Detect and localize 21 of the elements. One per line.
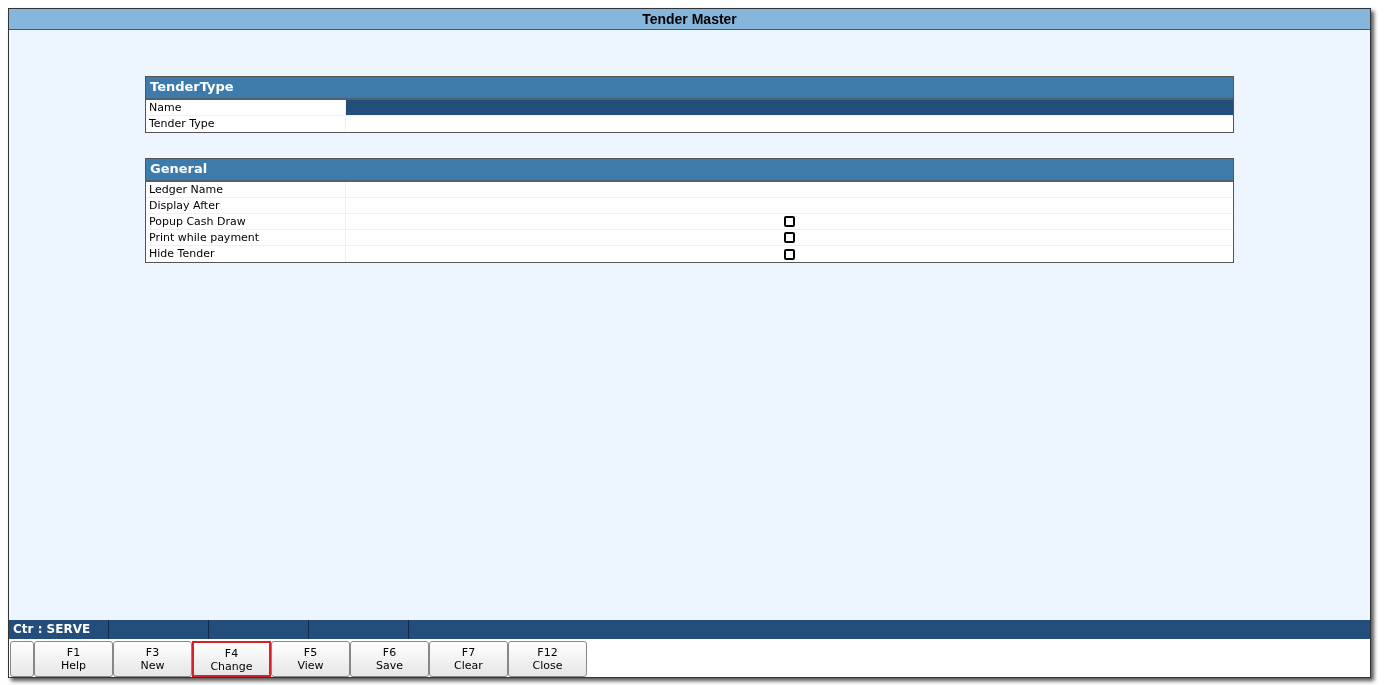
- function-key-button[interactable]: F4 Change: [192, 641, 271, 677]
- field-label: Print while payment: [146, 230, 346, 245]
- input-field[interactable]: [346, 100, 1233, 115]
- field-label: Hide Tender: [146, 246, 346, 262]
- section-header: General: [146, 159, 1233, 182]
- field-label: Tender Type: [146, 116, 346, 132]
- window-title: Tender Master: [9, 9, 1370, 30]
- field-label: Ledger Name: [146, 182, 346, 197]
- section-header: TenderType: [146, 77, 1233, 100]
- checkbox[interactable]: [784, 232, 795, 243]
- field-label: Display After: [146, 198, 346, 213]
- function-key-button[interactable]: F6 Save: [350, 641, 429, 677]
- function-key-button[interactable]: F3 New: [113, 641, 192, 677]
- function-key-button[interactable]: F7 Clear: [429, 641, 508, 677]
- function-key-button[interactable]: F12 Close: [508, 641, 587, 677]
- function-key-button[interactable]: F5 View: [271, 641, 350, 677]
- function-key-button[interactable]: F1 Help: [34, 641, 113, 677]
- button-stub: [10, 641, 34, 677]
- field-label: Popup Cash Draw: [146, 214, 346, 229]
- checkbox[interactable]: [784, 216, 795, 227]
- checkbox[interactable]: [784, 248, 795, 260]
